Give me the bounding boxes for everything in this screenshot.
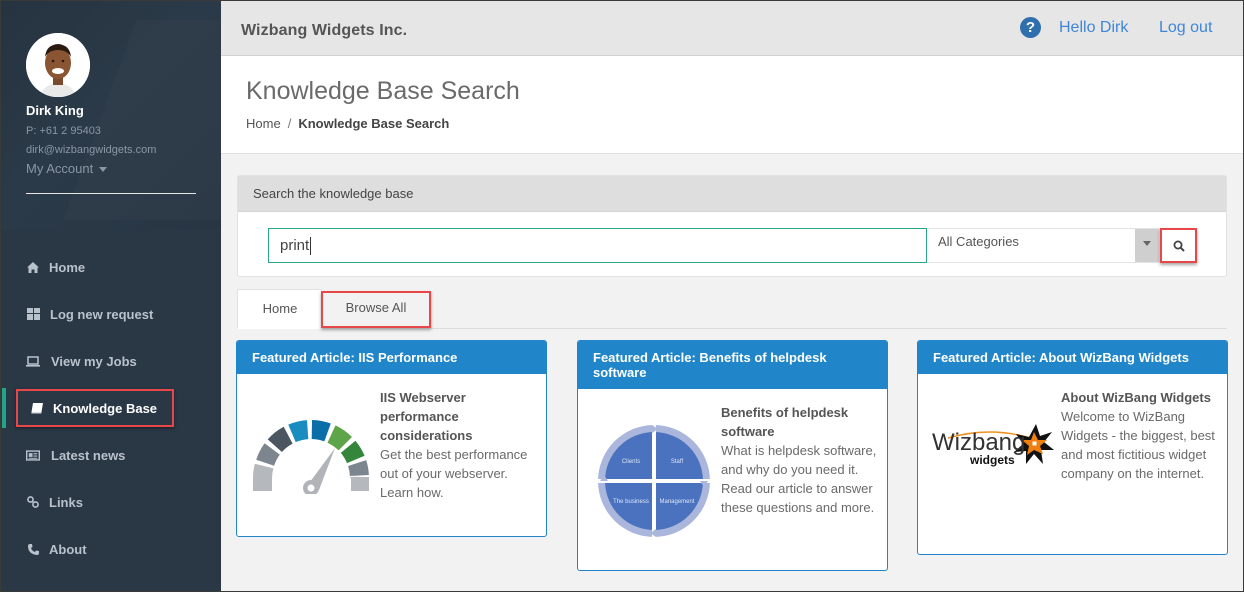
category-select[interactable]: All Categories [927,228,1160,263]
search-button[interactable] [1160,228,1197,263]
sidebar-item-latest-news[interactable]: Latest news [0,435,221,475]
search-input[interactable]: print [268,228,927,263]
newspaper-icon [26,448,40,462]
link-icon [26,495,40,509]
breadcrumb-separator: / [287,116,292,131]
card-title[interactable]: Benefits of helpdesk software [721,403,881,441]
card-description: Welcome to WizBang Widgets - the biggest… [1061,409,1215,481]
card-content: Benefits of helpdesk software What is he… [721,403,881,517]
logout-link[interactable]: Log out [1159,19,1212,37]
my-account-dropdown[interactable]: My Account [26,161,108,176]
diagram-label-staff: Staff [671,459,684,465]
category-selected-value: All Categories [938,234,1019,249]
page-header: Knowledge Base Search Home / Knowledge Bas… [221,56,1244,154]
highlight-box [16,389,174,427]
chevron-down-icon[interactable] [1135,229,1159,262]
card-header: Featured Article: Benefits of helpdesk s… [578,341,887,389]
card-content: IIS Webserver performance considerations… [380,388,540,502]
sidebar: Dirk King P: +61 2 95403 dirk@wizbangwid… [0,0,221,592]
breadcrumb-current: Knowledge Base Search [298,116,450,131]
featured-article-card[interactable]: Featured Article: About WizBang Widgets … [917,340,1228,555]
home-icon [26,260,40,274]
featured-article-card[interactable]: Featured Article: IIS Performance IIS We… [236,340,547,537]
brand-name: Wizbang Widgets Inc. [241,22,408,39]
sidebar-item-label: About [49,541,87,557]
sidebar-item-about[interactable]: About [0,529,221,569]
page-title: Knowledge Base Search [246,77,520,105]
card-description: Get the best performance out of your web… [380,447,528,500]
active-indicator [2,388,6,428]
logo-text: Wizbang [932,429,1025,456]
card-header: Featured Article: IIS Performance [237,341,546,374]
tab-home[interactable]: Home [237,289,323,329]
card-title[interactable]: About WizBang Widgets [1061,388,1221,407]
grid-icon [26,307,40,321]
hello-user-link[interactable]: Hello Dirk [1059,19,1128,37]
card-title[interactable]: IIS Webserver performance considerations [380,388,540,445]
user-name: Dirk King [26,103,84,118]
phone-icon [26,542,40,556]
sidebar-divider [26,193,196,194]
sidebar-item-label: Home [49,259,86,275]
text-cursor [310,237,312,256]
wizbang-logo: Wizbang widgets [932,424,1054,467]
search-panel: Search the knowledge base print All Cate… [237,175,1227,277]
sidebar-item-label: Links [49,494,83,510]
sidebar-item-label: View my Jobs [51,353,137,369]
sidebar-item-view-my-jobs[interactable]: View my Jobs [0,341,221,381]
card-description: What is helpdesk software, and why do yo… [721,443,877,515]
cycle-diagram: Clients Staff The business Management [596,423,712,539]
diagram-label-management: Management [659,499,694,505]
caret-down-icon [99,167,108,173]
top-bar: Wizbang Widgets Inc. ? Hello Dirk Log ou… [221,0,1244,56]
search-panel-title: Search the knowledge base [238,176,1226,212]
search-query: print [280,237,310,254]
tab-browse-all[interactable]: Browse All [321,289,431,329]
sidebar-item-home[interactable]: Home [0,247,221,287]
avatar-photo [26,33,90,97]
search-icon [1173,240,1185,252]
help-icon[interactable]: ? [1020,17,1041,38]
sidebar-item-label: Latest news [51,447,126,463]
sidebar-item-log-new-request[interactable]: Log new request [0,294,221,334]
speedometer-icon [253,420,369,494]
tab-bar: Home Browse All [237,289,1227,329]
breadcrumb-home[interactable]: Home [246,116,281,131]
sidebar-item-knowledge-base[interactable]: Knowledge Base [0,388,221,428]
user-email: dirk@wizbangwidgets.com [26,144,157,156]
highlight-box [321,291,431,328]
avatar[interactable] [26,33,90,97]
diagram-label-business: The business [613,499,649,505]
logo-subtext: widgets [969,453,1015,467]
sidebar-item-label: Log new request [50,306,154,322]
featured-article-card[interactable]: Featured Article: Benefits of helpdesk s… [577,340,888,571]
user-phone: P: +61 2 95403 [26,125,101,137]
card-content: About WizBang Widgets Welcome to WizBang… [1061,388,1221,483]
laptop-icon [26,354,40,368]
diagram-label-clients: Clients [622,459,640,465]
card-header: Featured Article: About WizBang Widgets [918,341,1227,374]
sidebar-item-links[interactable]: Links [0,482,221,522]
my-account-label: My Account [26,161,94,176]
breadcrumb: Home / Knowledge Base Search [246,116,449,131]
